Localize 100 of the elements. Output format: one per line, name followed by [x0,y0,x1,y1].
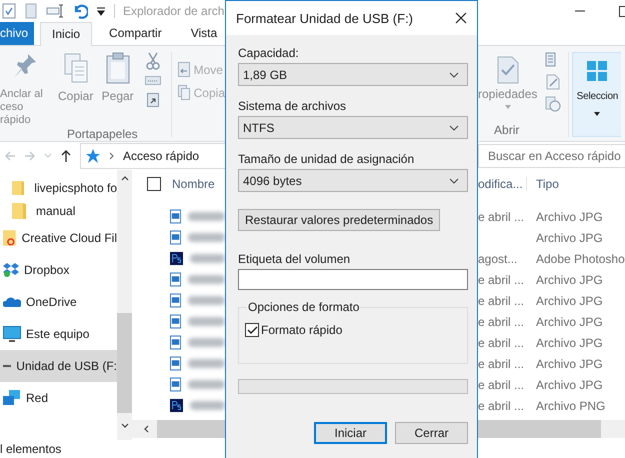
table-cell-text: Archivo PNG [535,398,606,412]
caret-icon[interactable] [504,105,511,109]
dropdown[interactable]: 1,89 GB [238,63,468,86]
checkbox[interactable] [245,323,259,337]
image-file-icon [170,209,182,224]
undo-icon[interactable] [72,3,88,19]
image-file-icon [170,356,182,371]
ribbon-tab[interactable]: Vista [178,21,225,45]
nav-item[interactable]: Creative Cloud Fil [0,222,117,254]
table-cell-text: Archivo JPG [535,314,603,328]
drive-icon [3,363,12,369]
copy-icon[interactable] [62,52,89,84]
folder-icon [12,202,26,218]
address-bar[interactable]: Acceso rápido [80,142,225,168]
column-header[interactable]: odifica... [478,177,527,191]
recent-dropdown-icon[interactable] [44,152,52,158]
back-icon[interactable] [4,150,16,162]
folder-icon [3,230,17,246]
chevron-icon [109,152,115,160]
scroll-up-icon[interactable] [120,176,128,181]
clipboard-icon[interactable] [104,52,131,84]
nav-item[interactable]: Unidad de USB (F: [0,350,117,382]
shortcut-icon[interactable] [146,91,159,107]
volume-label-field[interactable] [238,269,468,290]
image-file-icon [170,230,182,245]
column-header[interactable]: Tipo [527,177,559,191]
select-all-checkbox[interactable] [147,177,161,191]
nav-item[interactable]: livepicsphoto fo [0,176,117,199]
column-header[interactable]: Nombre [172,177,215,191]
scrollbar[interactable] [117,170,132,440]
scissors-icon[interactable] [146,52,160,70]
status-text: l elementos [0,442,62,456]
ribbon-tab[interactable]: Inicio [40,22,92,46]
blurred-name [188,275,225,284]
dialog-button[interactable]: Cerrar [395,422,468,444]
field-label: Sistema de archivos [238,99,348,113]
field-label: Capacidad: [238,46,300,60]
dialog-button[interactable]: Iniciar [314,422,387,444]
blurred-name [190,401,225,410]
table-cell-text: Archivo JPG [535,210,603,224]
checkbox-label[interactable]: Formato rápido [261,323,342,337]
address-path: Acceso rápido [123,148,200,162]
up-icon[interactable] [60,149,72,162]
table-cell: e abril ... [478,272,524,286]
nav-item[interactable]: manual [0,199,117,222]
maximize-icon[interactable] [619,6,625,16]
table-cell: e abril ... [478,356,524,370]
dropdown[interactable]: 4096 bytes [238,169,468,192]
blurred-name [188,233,225,242]
table-cell-text: Archivo JPG [535,336,603,350]
grid-icon [587,61,608,81]
network-icon [3,389,21,407]
field-label: Etiqueta del volumen [238,252,352,266]
nav-item[interactable]: OneDrive [0,286,117,318]
dialog-title: Formatear Unidad de USB (F:) [236,10,414,26]
properties-icon[interactable] [2,3,16,19]
cloud-icon [3,296,21,308]
group-label: Portapapeles [66,127,139,141]
horizontal-scrollbar[interactable] [132,420,225,438]
search-field[interactable]: Buscar en Acceso rápido [478,144,625,168]
move-icon[interactable] [178,62,190,77]
select-button[interactable]: Seleccion [572,52,622,137]
blurred-name [188,359,225,368]
chevron-down-icon [449,124,459,130]
folder-icon [12,180,24,196]
nav-item[interactable]: Red [0,382,117,414]
copy-path-icon[interactable] [144,76,161,85]
blurred-name [188,317,225,326]
scrollbar-thumb[interactable] [478,420,601,438]
table-cell: e abril ... [478,294,524,308]
table-cell-text: Archivo JPG [535,356,603,370]
image-file-icon [170,377,182,392]
blurred-name [190,254,225,263]
forward-icon[interactable] [24,150,36,162]
table-cell: e abril ... [478,210,524,224]
image-file-icon [170,314,182,329]
dropdown[interactable]: NTFS [238,116,468,139]
file-tab[interactable]: chivo [0,22,34,45]
minimize-icon[interactable] [575,10,585,12]
rename-icon[interactable] [46,3,64,19]
table-cell-text: Archivo JPG [535,272,603,286]
nav-item[interactable]: Este equipo [0,318,117,350]
scroll-left-icon[interactable] [144,425,149,433]
close-icon[interactable] [455,12,467,24]
edit-icon[interactable] [546,74,560,90]
restore-defaults-button[interactable]: Restaurar valores predeterminados [238,209,440,231]
dropdown-icon[interactable] [96,6,106,16]
scroll-down-icon[interactable] [120,423,128,428]
photoshop-file-icon [170,398,184,413]
table-cell: e abril ... [478,398,524,412]
nav-item[interactable]: Dropbox [0,254,117,286]
monitor-icon [3,326,21,342]
chevron-down-icon [449,178,459,184]
group-label: Abrir [493,123,520,137]
table-cell: agost... [478,252,518,266]
star-icon [85,148,101,164]
copy-to-icon[interactable] [178,85,190,100]
ribbon-tab[interactable]: Compartir [97,21,174,45]
properties-icon[interactable] [496,56,519,84]
blurred-name [188,338,225,347]
